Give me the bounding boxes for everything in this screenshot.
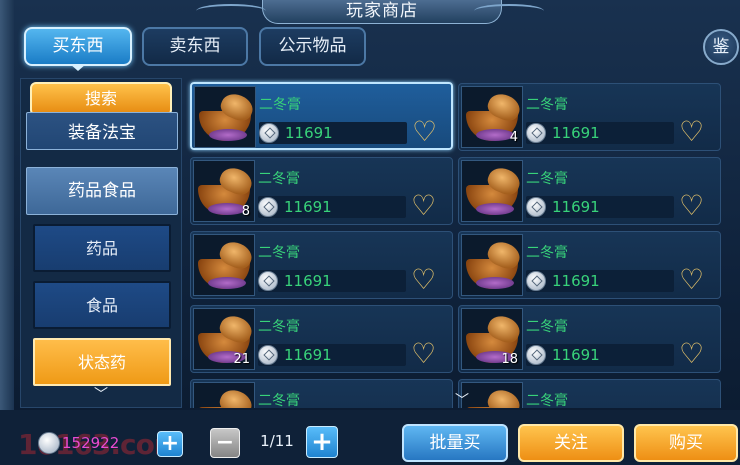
background-edge xyxy=(0,0,14,465)
item-icon xyxy=(194,86,257,148)
item-icon xyxy=(193,234,256,296)
item-name: 二冬膏 xyxy=(258,171,300,187)
window-title: 玩家商店 xyxy=(346,1,418,21)
category-equipment[interactable]: 装备法宝 xyxy=(26,112,178,150)
prev-page-button[interactable]: − xyxy=(210,428,240,458)
subcategory-food[interactable]: 食品 xyxy=(33,281,171,329)
heart-outline-icon[interactable]: ♡ xyxy=(412,118,437,146)
silver-coin-icon xyxy=(258,345,278,365)
lid-icon xyxy=(484,385,524,408)
silver-coin-icon xyxy=(526,271,546,291)
item-card[interactable]: 二冬膏 11691 ♡ xyxy=(190,82,453,150)
item-icon: 18 xyxy=(461,308,524,370)
heart-outline-icon[interactable]: ♡ xyxy=(679,266,704,294)
identify-button[interactable]: 鉴 xyxy=(703,29,739,65)
price-row: 11691 xyxy=(258,270,406,292)
heart-outline-icon[interactable]: ♡ xyxy=(411,266,436,294)
chevron-down-icon[interactable]: ﹀ xyxy=(94,388,108,402)
item-name: 二冬膏 xyxy=(526,319,568,335)
item-quantity: 18 xyxy=(501,352,518,367)
tab-sell[interactable]: 卖东西 xyxy=(142,27,248,66)
item-quantity: 4 xyxy=(509,130,518,145)
item-name: 二冬膏 xyxy=(526,393,568,408)
item-card[interactable]: 二冬膏 11691 ♡ xyxy=(458,231,721,299)
title-ornament-right xyxy=(474,4,544,18)
chevron-down-icon[interactable]: ﹀ xyxy=(455,394,469,408)
price-row: 11691 xyxy=(258,344,406,366)
item-price: 11691 xyxy=(284,346,332,364)
category-medicine-food[interactable]: 药品食品 xyxy=(26,167,178,215)
title-bar: 玩家商店 xyxy=(262,0,502,24)
lid-icon xyxy=(216,385,256,408)
item-card[interactable]: 二冬膏 11691 ♡ xyxy=(190,231,453,299)
item-icon xyxy=(193,382,256,408)
silver-coin-icon xyxy=(38,432,60,454)
item-price: 11691 xyxy=(552,272,600,290)
item-icon xyxy=(461,382,524,408)
price-row: 11691 xyxy=(526,344,674,366)
silver-coin-icon xyxy=(526,123,546,143)
heart-outline-icon[interactable]: ♡ xyxy=(679,340,704,368)
tab-public-items[interactable]: 公示物品 xyxy=(259,27,366,66)
batch-buy-button[interactable]: 批量买 xyxy=(402,424,508,462)
search-button[interactable]: 搜索 xyxy=(30,82,172,116)
silver-coin-icon xyxy=(259,123,279,143)
item-price: 11691 xyxy=(284,272,332,290)
follow-button[interactable]: 关注 xyxy=(518,424,624,462)
item-card[interactable]: 4 二冬膏 11691 ♡ xyxy=(458,83,721,151)
price-row: 11691 xyxy=(526,122,674,144)
item-card[interactable]: 二冬膏 11691 ♡ xyxy=(458,157,721,225)
item-card[interactable]: 18 二冬膏 11691 ♡ xyxy=(458,305,721,373)
item-price: 11691 xyxy=(552,346,600,364)
item-card[interactable]: 二冬膏 xyxy=(458,379,721,408)
price-row: 11691 xyxy=(259,122,407,144)
item-name: 二冬膏 xyxy=(258,319,300,335)
item-price: 11691 xyxy=(284,198,332,216)
page-indicator: 1/11 xyxy=(260,432,294,450)
price-row: 11691 xyxy=(526,270,674,292)
silver-coin-icon xyxy=(526,345,546,365)
price-row: 11691 xyxy=(258,196,406,218)
item-name: 二冬膏 xyxy=(259,97,301,113)
subcategory-status-potion[interactable]: 状态药 xyxy=(33,338,171,386)
next-page-button[interactable]: + xyxy=(306,426,338,458)
title-ornament-left xyxy=(196,4,266,18)
price-row: 11691 xyxy=(526,196,674,218)
heart-outline-icon[interactable]: ♡ xyxy=(679,118,704,146)
buy-button[interactable]: 购买 xyxy=(634,424,738,462)
item-card[interactable]: 二冬膏 xyxy=(190,379,453,408)
heart-outline-icon[interactable]: ♡ xyxy=(679,192,704,220)
silver-coin-icon xyxy=(258,271,278,291)
silver-coin-icon xyxy=(526,197,546,217)
item-name: 二冬膏 xyxy=(526,171,568,187)
item-quantity: 21 xyxy=(233,352,250,367)
subcategory-medicine[interactable]: 药品 xyxy=(33,224,171,272)
item-name: 二冬膏 xyxy=(526,97,568,113)
item-card[interactable]: 8 二冬膏 11691 ♡ xyxy=(190,157,453,225)
item-icon: 8 xyxy=(193,160,256,222)
item-price: 11691 xyxy=(285,124,333,142)
item-icon xyxy=(461,160,524,222)
item-icon: 21 xyxy=(193,308,256,370)
silver-coin-icon xyxy=(258,197,278,217)
heart-outline-icon[interactable]: ♡ xyxy=(411,192,436,220)
item-grid: 二冬膏 11691 ♡ 4 二冬膏 11691 ♡ 8 二冬膏 11691 ♡ … xyxy=(186,78,731,408)
tab-active-pointer xyxy=(70,64,86,71)
item-quantity: 8 xyxy=(241,204,250,219)
item-price: 11691 xyxy=(552,124,600,142)
item-icon xyxy=(461,234,524,296)
item-price: 11691 xyxy=(552,198,600,216)
heart-outline-icon[interactable]: ♡ xyxy=(411,340,436,368)
item-name: 二冬膏 xyxy=(258,245,300,261)
item-name: 二冬膏 xyxy=(258,393,300,408)
tab-buy[interactable]: 买东西 xyxy=(24,27,132,66)
item-icon: 4 xyxy=(461,86,524,148)
add-funds-button[interactable]: + xyxy=(157,431,183,457)
wallet-balance: 152922 xyxy=(62,434,120,452)
item-card[interactable]: 21 二冬膏 11691 ♡ xyxy=(190,305,453,373)
item-name: 二冬膏 xyxy=(526,245,568,261)
